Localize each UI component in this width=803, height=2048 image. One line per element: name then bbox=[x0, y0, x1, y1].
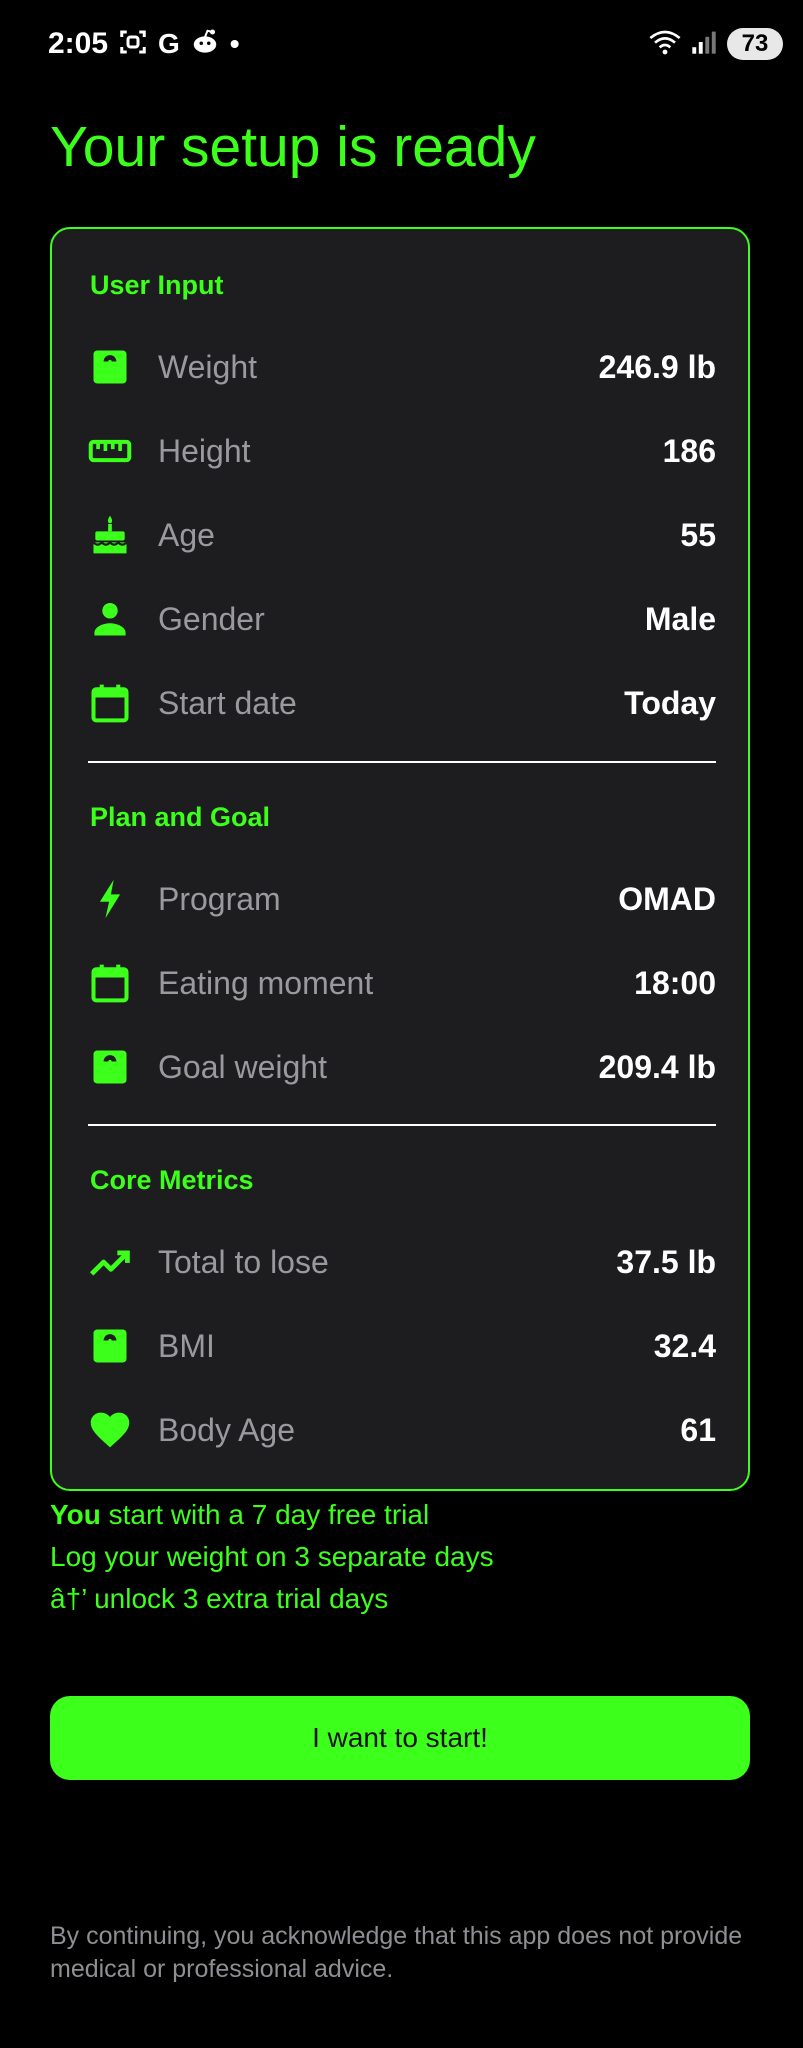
row-value: 32.4 bbox=[653, 1327, 716, 1364]
row-value: 209.4 lb bbox=[598, 1048, 716, 1085]
row-eating-moment: Eating moment 18:00 bbox=[88, 953, 716, 1013]
row-label: Gender bbox=[158, 600, 265, 637]
start-button[interactable]: I want to start! bbox=[50, 1696, 750, 1780]
section-divider bbox=[88, 761, 716, 763]
row-label: BMI bbox=[158, 1327, 215, 1364]
row-value: Today bbox=[624, 684, 716, 721]
status-time: 2:05 bbox=[48, 27, 109, 60]
screenshot-icon bbox=[118, 27, 148, 62]
trial-line-1: You start with a 7 day free trial bbox=[50, 1494, 750, 1536]
scale-icon bbox=[88, 1324, 132, 1368]
status-bar: 2:05 G • 73 bbox=[0, 0, 803, 88]
trial-emphasis: You bbox=[50, 1499, 101, 1530]
row-age: Age 55 bbox=[88, 505, 716, 565]
row-value: OMAD bbox=[618, 880, 716, 917]
row-weight: Weight 246.9 lb bbox=[88, 337, 716, 397]
row-label: Program bbox=[158, 880, 281, 917]
calendar-icon bbox=[88, 961, 132, 1005]
row-total-to-lose: Total to lose 37.5 lb bbox=[88, 1232, 716, 1292]
row-goal-weight: Goal weight 209.4 lb bbox=[88, 1037, 716, 1097]
page-title: Your setup is ready bbox=[50, 115, 536, 179]
row-value: 55 bbox=[680, 516, 716, 553]
disclaimer-text: By continuing, you acknowledge that this… bbox=[50, 1922, 743, 1983]
row-label: Goal weight bbox=[158, 1048, 327, 1085]
row-label: Eating moment bbox=[158, 964, 374, 1001]
scale-icon bbox=[88, 1045, 132, 1089]
scale-icon bbox=[88, 345, 132, 389]
row-value: Male bbox=[644, 600, 716, 637]
trend-icon bbox=[88, 1240, 132, 1284]
row-body-age: Body Age 61 bbox=[88, 1400, 716, 1460]
battery-icon: 73 bbox=[727, 28, 783, 60]
row-label: Body Age bbox=[158, 1411, 295, 1448]
setup-summary-card: User Input Weight 246.9 lb Height 186 Ag… bbox=[50, 227, 750, 1491]
row-start-date: Start date Today bbox=[88, 673, 716, 733]
heart-icon bbox=[88, 1408, 132, 1452]
person-icon bbox=[88, 597, 132, 641]
row-label: Weight bbox=[158, 348, 258, 385]
row-value: 18:00 bbox=[634, 964, 716, 1001]
row-value: 61 bbox=[680, 1411, 716, 1448]
row-value: 37.5 lb bbox=[616, 1243, 716, 1280]
row-program: Program OMAD bbox=[88, 869, 716, 929]
status-system-icons: 73 bbox=[649, 26, 783, 62]
trial-line-3: â†’ unlock 3 extra trial days bbox=[50, 1583, 389, 1614]
row-label: Height bbox=[158, 432, 251, 469]
row-bmi: BMI 32.4 bbox=[88, 1316, 716, 1376]
section-title-user-input: User Input bbox=[90, 270, 224, 300]
wifi-icon bbox=[649, 28, 681, 61]
section-title-core-metrics: Core Metrics bbox=[90, 1165, 254, 1195]
trial-line-1-text: start with a 7 day free trial bbox=[100, 1499, 430, 1530]
row-height: Height 186 bbox=[88, 421, 716, 481]
row-label: Total to lose bbox=[158, 1243, 329, 1280]
row-label: Start date bbox=[158, 684, 297, 721]
google-icon: G bbox=[158, 28, 180, 59]
calendar-icon bbox=[88, 681, 132, 725]
bolt-icon bbox=[88, 877, 132, 921]
trial-line-2: Log your weight on 3 separate days bbox=[50, 1541, 494, 1572]
status-notification-icons: G • bbox=[118, 26, 240, 62]
row-value: 246.9 lb bbox=[598, 348, 716, 385]
row-value: 186 bbox=[662, 432, 716, 469]
section-title-plan-goal: Plan and Goal bbox=[90, 802, 271, 832]
reddit-icon bbox=[190, 27, 220, 62]
cake-icon bbox=[88, 513, 132, 557]
signal-icon bbox=[691, 29, 717, 60]
ruler-icon bbox=[88, 429, 132, 473]
row-gender: Gender Male bbox=[88, 589, 716, 649]
trial-info: You start with a 7 day free trial Log yo… bbox=[50, 1494, 750, 1620]
row-label: Age bbox=[158, 516, 215, 553]
section-divider bbox=[88, 1124, 716, 1126]
dot-icon: • bbox=[229, 28, 240, 59]
